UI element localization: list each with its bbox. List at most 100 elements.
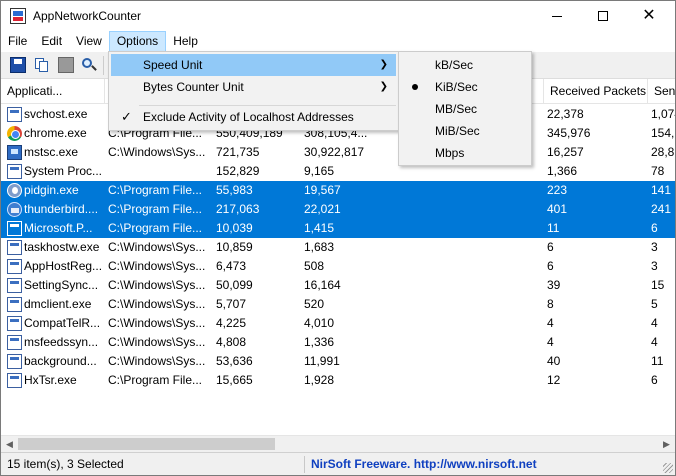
maximize-icon xyxy=(598,11,608,21)
table-cell: 15,665 xyxy=(216,373,253,387)
table-cell: 40 xyxy=(547,354,561,368)
cell-application: dmclient.exe xyxy=(24,297,92,311)
menu-edit[interactable]: Edit xyxy=(34,31,69,52)
cell-application: CompatTelR... xyxy=(24,316,101,330)
table-row[interactable]: pidgin.exe C:\Program File... 55,983 19,567… xyxy=(1,181,675,200)
submenu-item-kb-sec[interactable]: kB/Sec xyxy=(401,54,529,76)
properties-icon[interactable] xyxy=(58,57,74,73)
table-cell: C:\Windows\Sys... xyxy=(108,259,206,273)
table-cell: C:\Windows\Sys... xyxy=(108,240,206,254)
table-row[interactable]: msfeedssyn... C:\Windows\Sys... 4,808 1,336… xyxy=(1,333,675,352)
table-cell: 11,991 xyxy=(304,354,340,368)
minimize-button[interactable] xyxy=(534,1,580,31)
status-count: 15 item(s), 3 Selected xyxy=(7,457,124,471)
resize-grip-icon[interactable] xyxy=(663,463,673,473)
table-cell: 1,683 xyxy=(304,240,335,254)
table-cell: 8 xyxy=(547,297,554,311)
table-cell: C:\Windows\Sys... xyxy=(108,316,206,330)
table-cell: 6 xyxy=(651,373,658,387)
find-icon[interactable] xyxy=(81,57,97,73)
cell-application: System Proc... xyxy=(24,164,103,178)
copy-icon[interactable] xyxy=(34,57,50,73)
menu-item-bytes-counter-unit[interactable]: Bytes Counter Unit ❯ xyxy=(111,76,396,98)
table-row[interactable]: background... C:\Windows\Sys... 53,636 11,9… xyxy=(1,352,675,371)
table-cell: 28,8 xyxy=(651,145,675,159)
column-header-received-packets[interactable]: Received Packets xyxy=(544,79,648,104)
table-row[interactable]: dmclient.exe C:\Windows\Sys... 5,707 520 8 5 xyxy=(1,295,675,314)
submenu-item-mb-sec[interactable]: MB/Sec xyxy=(401,98,529,120)
table-cell: C:\Windows\Sys... xyxy=(108,335,206,349)
menu-item-exclude-localhost[interactable]: ✓ Exclude Activity of Localhost Addresse… xyxy=(111,106,396,128)
table-cell: 5,707 xyxy=(216,297,247,311)
table-cell: 4,808 xyxy=(216,335,247,349)
table-row[interactable]: thunderbird.... C:\Program File... 217,063… xyxy=(1,200,675,219)
cell-application: HxTsr.exe xyxy=(24,373,77,387)
menu-view[interactable]: View xyxy=(69,31,109,52)
submenu-item-mbps[interactable]: Mbps xyxy=(401,142,529,164)
menu-file[interactable]: File xyxy=(1,31,34,52)
cell-application: Microsoft.P... xyxy=(24,221,93,235)
menu-item-label: Speed Unit xyxy=(143,58,203,72)
table-cell: C:\Windows\Sys... xyxy=(108,354,206,368)
table-row[interactable]: CompatTelR... C:\Windows\Sys... 4,225 4,010… xyxy=(1,314,675,333)
table-cell: 50,099 xyxy=(216,278,253,292)
app-list[interactable]: Applicati... Received Packets Sent svcho… xyxy=(1,79,675,435)
cell-application: AppHostReg... xyxy=(24,259,103,273)
table-cell: C:\Windows\Sys... xyxy=(108,297,206,311)
submenu-item-kib-sec[interactable]: KiB/Sec xyxy=(401,76,529,98)
submenu-item-mib-sec[interactable]: MiB/Sec xyxy=(401,120,529,142)
menu-help[interactable]: Help xyxy=(166,31,205,52)
cell-application: taskhostw.exe xyxy=(24,240,100,254)
maximize-button[interactable] xyxy=(580,1,626,31)
menu-item-speed-unit[interactable]: Speed Unit ❯ xyxy=(111,54,396,76)
table-row[interactable]: mstsc.exe C:\Windows\Sys... 721,735 30,922,… xyxy=(1,143,675,162)
checkmark-icon: ✓ xyxy=(121,109,132,124)
submenu-item-label: MiB/Sec xyxy=(435,124,480,138)
table-cell: 4 xyxy=(651,316,658,330)
table-cell: 78 xyxy=(651,164,665,178)
submenu-item-label: KiB/Sec xyxy=(435,80,478,94)
table-cell: 1,366 xyxy=(547,164,578,178)
status-divider xyxy=(304,456,305,473)
table-cell: 401 xyxy=(547,202,568,216)
table-row[interactable]: SettingSync... C:\Windows\Sys... 50,099 16,… xyxy=(1,276,675,295)
table-row[interactable]: System Proc... 152,829 9,165 1,366 78 xyxy=(1,162,675,181)
close-button[interactable]: ✕ xyxy=(626,1,672,31)
table-cell: 241 xyxy=(651,202,672,216)
table-row[interactable]: Microsoft.P... C:\Program File... 10,039 1,… xyxy=(1,219,675,238)
cell-application: mstsc.exe xyxy=(24,145,79,159)
table-cell: 152,829 xyxy=(216,164,260,178)
table-cell: 4 xyxy=(547,316,554,330)
table-row[interactable]: taskhostw.exe C:\Windows\Sys... 10,859 1,68… xyxy=(1,238,675,257)
title-bar[interactable]: AppNetworkCounter ✕ xyxy=(1,1,675,31)
scroll-left-icon[interactable]: ◀ xyxy=(1,436,18,452)
table-cell: 19,567 xyxy=(304,183,341,197)
cell-application: svchost.exe xyxy=(24,107,88,121)
menu-item-label: Bytes Counter Unit xyxy=(143,80,244,94)
scroll-thumb[interactable] xyxy=(18,438,275,450)
table-cell: 4 xyxy=(547,335,554,349)
cell-application: msfeedssyn... xyxy=(24,335,99,349)
table-cell: 508 xyxy=(304,259,325,273)
options-menu-dropdown: Speed Unit ❯ Bytes Counter Unit ❯ ✓ Excl… xyxy=(108,51,399,131)
table-cell: 53,636 xyxy=(216,354,253,368)
table-cell: 1,336 xyxy=(304,335,335,349)
submenu-item-label: MB/Sec xyxy=(435,102,478,116)
scroll-right-icon[interactable]: ▶ xyxy=(658,436,675,452)
close-icon: ✕ xyxy=(642,7,656,24)
column-header-sent-packets[interactable]: Sent xyxy=(648,79,675,104)
menu-options[interactable]: Options xyxy=(108,31,167,52)
app-window: AppNetworkCounter ✕ File Edit View Optio… xyxy=(0,0,676,476)
column-header-application[interactable]: Applicati... xyxy=(1,79,105,104)
app-icon[interactable] xyxy=(10,8,26,24)
table-cell: 6 xyxy=(547,240,554,254)
table-cell: C:\Windows\Sys... xyxy=(108,278,206,292)
horizontal-scrollbar[interactable]: ◀ ▶ xyxy=(1,435,675,452)
table-row[interactable]: AppHostReg... C:\Windows\Sys... 6,473 508 6 3 xyxy=(1,257,675,276)
radio-selected-icon xyxy=(412,84,418,90)
table-cell: C:\Program File... xyxy=(108,183,203,197)
table-cell: 22,021 xyxy=(304,202,341,216)
save-icon[interactable] xyxy=(10,57,26,73)
table-row[interactable]: HxTsr.exe C:\Program File... 15,665 1,928 12… xyxy=(1,371,675,390)
nirsoft-link[interactable]: NirSoft Freeware. http://www.nirsoft.net xyxy=(311,453,537,475)
